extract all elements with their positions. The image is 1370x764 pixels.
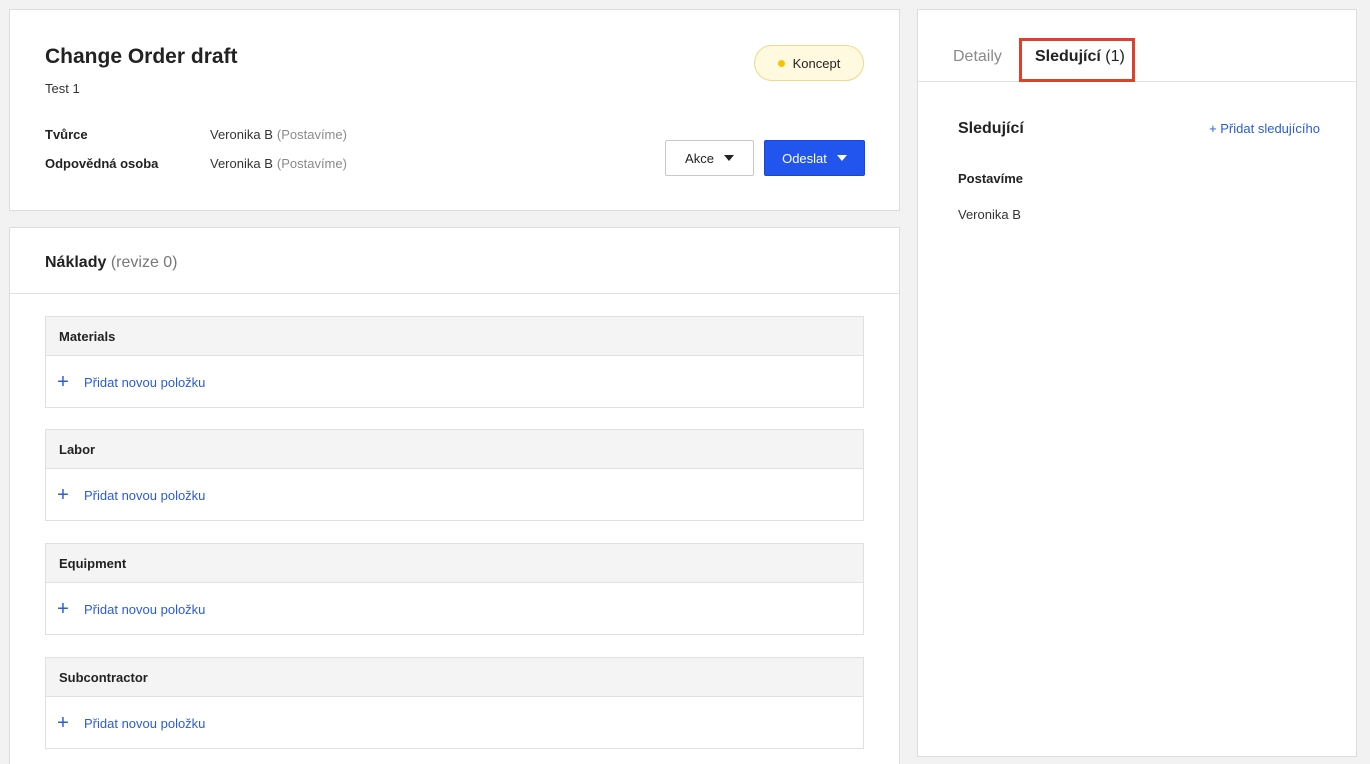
add-item-label: Přidat novou položku (84, 374, 206, 390)
add-item-button[interactable]: + Přidat novou položku (46, 469, 863, 521)
page-title: Change Order draft (45, 45, 238, 68)
add-follower-link[interactable]: + Přidat sledujícího (1209, 121, 1320, 136)
responsible-row: Odpovědná osoba Veronika B (Postavíme) (45, 156, 347, 171)
costs-card: Náklady (revize 0) Materials + Přidat no… (9, 227, 900, 764)
status-dot-icon (777, 59, 785, 67)
actions-dropdown-button[interactable]: Akce (665, 140, 754, 176)
status-label: Koncept (792, 55, 841, 71)
add-item-label: Přidat novou položku (84, 601, 206, 617)
creator-label: Tvůrce (45, 127, 88, 142)
tab-details[interactable]: Detaily (953, 48, 1002, 66)
right-side-panel: Detaily Sledující (1) Sledující + Přidat… (917, 9, 1357, 757)
tab-followers-count: (1) (1105, 48, 1125, 65)
add-item-label: Přidat novou položku (84, 715, 206, 731)
followers-title: Sledující (958, 120, 1024, 137)
send-dropdown-button[interactable]: Odeslat (764, 140, 865, 176)
add-item-button[interactable]: + Přidat novou položku (46, 697, 863, 749)
cost-section-title: Equipment (46, 544, 863, 583)
caret-down-icon (836, 155, 847, 161)
plus-icon: + (57, 371, 69, 393)
add-item-button[interactable]: + Přidat novou položku (46, 356, 863, 408)
active-tab-indicator (1033, 79, 1131, 82)
creator-name: Veronika B (210, 127, 273, 142)
plus-icon: + (57, 484, 69, 506)
costs-revision: (revize 0) (110, 254, 178, 271)
tab-followers[interactable]: Sledující (1) (1035, 48, 1125, 66)
plus-icon: + (57, 598, 69, 620)
page-subtitle: Test 1 (45, 81, 80, 96)
costs-header: Náklady (revize 0) (10, 228, 899, 294)
responsible-name: Veronika B (210, 156, 273, 171)
caret-down-icon (723, 155, 734, 161)
cost-section-equipment: Equipment + Přidat novou položku (45, 543, 864, 635)
follower-name: Veronika B (958, 207, 1021, 222)
cost-section-subcontractor: Subcontractor + Přidat novou položku (45, 657, 864, 749)
send-label: Odeslat (782, 150, 827, 166)
actions-label: Akce (685, 150, 714, 166)
creator-org: (Postavíme) (276, 127, 347, 142)
cost-section-title: Subcontractor (46, 658, 863, 697)
cost-section-title: Materials (46, 317, 863, 356)
costs-title-text: Náklady (45, 254, 107, 271)
cost-section-materials: Materials + Přidat novou položku (45, 316, 864, 408)
change-order-header-card: Change Order draft Test 1 Koncept Tvůrce… (9, 9, 900, 211)
add-item-label: Přidat novou položku (84, 487, 206, 503)
tab-followers-label: Sledující (1035, 48, 1101, 65)
plus-icon: + (57, 712, 69, 734)
status-badge: Koncept (754, 45, 864, 81)
creator-row: Tvůrce Veronika B (Postavíme) (45, 127, 347, 142)
cost-section-title: Labor (46, 430, 863, 469)
follower-group-name: Postavíme (958, 171, 1024, 186)
responsible-org: (Postavíme) (276, 156, 347, 171)
cost-section-labor: Labor + Přidat novou položku (45, 429, 864, 521)
costs-title: Náklady (revize 0) (45, 254, 178, 272)
panel-tabs: Detaily Sledující (1) (918, 10, 1356, 82)
responsible-label: Odpovědná osoba (45, 156, 159, 171)
add-item-button[interactable]: + Přidat novou položku (46, 583, 863, 635)
